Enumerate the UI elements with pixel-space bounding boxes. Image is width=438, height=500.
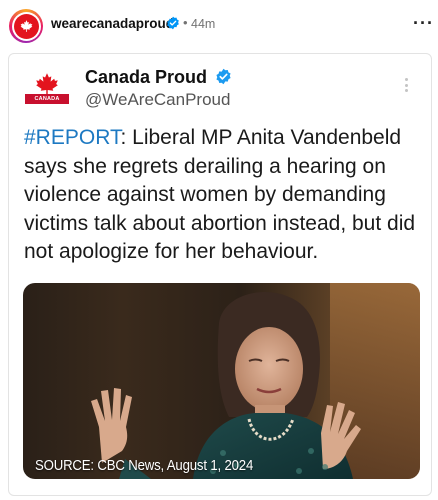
maple-leaf-icon [20,19,32,32]
tweet-media-image[interactable]: SOURCE: CBC News, August 1, 2024 [23,283,420,479]
avatar[interactable] [9,9,43,43]
canada-proud-logo: CANADA PROUD [25,72,69,112]
card-more-icon[interactable] [405,78,411,95]
hashtag-link[interactable]: #REPORT [24,126,120,149]
separator-dot: • [183,15,188,30]
more-options-icon[interactable]: ··· [413,14,434,32]
politician-photo [91,292,361,479]
media-caption: SOURCE: CBC News, August 1, 2024 [35,457,254,474]
maple-leaf-icon [36,73,58,95]
logo-banner: CANADA PROUD [25,94,69,112]
tweet-display-name[interactable]: Canada Proud [85,67,207,88]
embedded-tweet-card: CANADA PROUD Canada Proud @WeAreCanProud… [8,53,432,496]
post-timestamp: 44m [191,17,216,31]
verified-badge-icon [216,68,231,85]
tweet-handle[interactable]: @WeAreCanProud [85,90,230,110]
post-username[interactable]: wearecanadaproud [51,16,174,31]
verified-badge-icon [167,16,179,30]
tweet-text: #REPORT: Liberal MP Anita Vandenbeld say… [24,124,419,267]
avatar-image [11,11,41,41]
post-header: wearecanadaproud • 44m ··· [0,0,438,52]
